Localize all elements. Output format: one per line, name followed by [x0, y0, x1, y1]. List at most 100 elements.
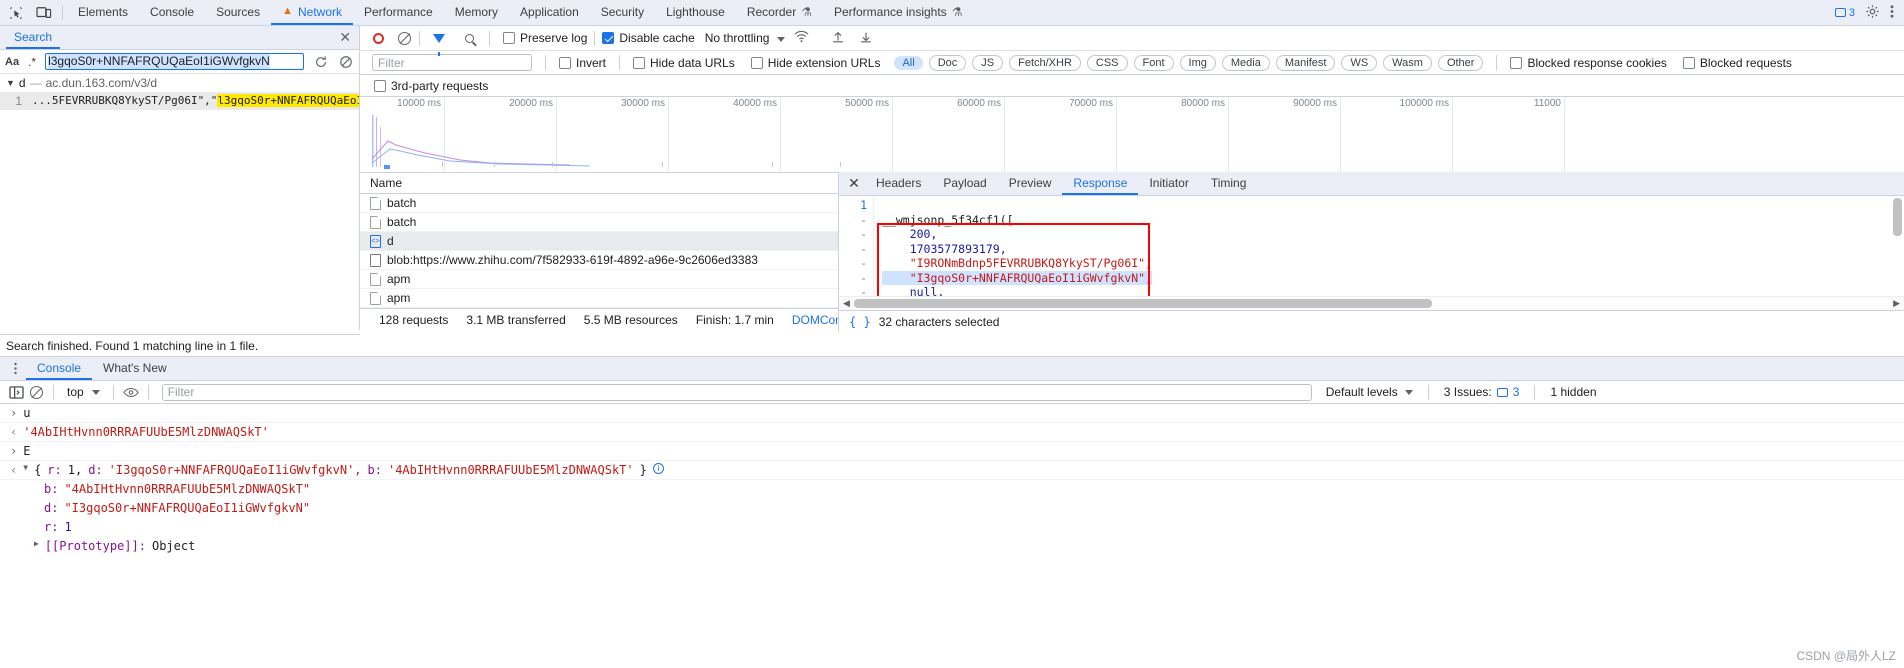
third-party-requests-checkbox[interactable]: 3rd-party requests — [374, 79, 488, 93]
response-vertical-scrollbar[interactable] — [1893, 198, 1902, 294]
response-status-bar: { } 32 characters selected — [839, 310, 1904, 332]
tab-initiator[interactable]: Initiator — [1138, 172, 1199, 195]
type-filter-wasm[interactable]: Wasm — [1383, 54, 1432, 71]
tab-performance[interactable]: Performance — [353, 0, 444, 25]
search-icon[interactable] — [461, 30, 477, 46]
tab-lighthouse[interactable]: Lighthouse — [655, 0, 736, 25]
hide-data-urls-checkbox[interactable]: Hide data URLs — [633, 56, 735, 70]
execution-context-dropdown[interactable]: top — [61, 385, 106, 399]
type-filter-manifest[interactable]: Manifest — [1275, 54, 1336, 71]
prop-value: "I3gqoS0r+NNFAFRQUQaEoI1iGWvfgkvN" — [64, 501, 311, 515]
network-overview-timeline[interactable]: 10000 ms 20000 ms 30000 ms 40000 ms 5000… — [360, 97, 1904, 173]
search-result-line[interactable]: 1 ...5FEVRRUBKQ8YkyST/Pg06I","l3gqoS0r+N… — [0, 92, 359, 110]
tab-timing[interactable]: Timing — [1200, 172, 1258, 195]
search-input[interactable]: l3gqoS0r+NNFAFRQUQaEoI1iGWvfgkvN — [45, 53, 304, 70]
type-filter-doc[interactable]: Doc — [928, 54, 967, 71]
kebab-menu-icon[interactable] — [4, 357, 26, 380]
checkbox-label: Blocked response cookies — [1527, 55, 1667, 70]
console-input-row[interactable]: › u — [0, 404, 1904, 423]
match-case-button[interactable]: Aa — [5, 56, 19, 68]
tab-elements[interactable]: Elements — [67, 0, 139, 25]
tab-console[interactable]: Console — [139, 0, 205, 25]
eye-icon[interactable] — [121, 383, 141, 401]
download-arrow-icon[interactable] — [859, 30, 873, 47]
curly-braces-icon[interactable]: { } — [849, 315, 871, 329]
type-filter-img[interactable]: Img — [1179, 54, 1216, 71]
network-filter-input[interactable]: Filter — [372, 54, 532, 71]
disable-cache-checkbox[interactable]: Disable cache — [602, 31, 695, 45]
tab-payload[interactable]: Payload — [932, 172, 997, 195]
inspect-element-icon[interactable] — [2, 0, 30, 25]
tab-network[interactable]: ▲ Network — [271, 0, 353, 25]
type-filter-all[interactable]: All — [894, 55, 923, 70]
tab-memory[interactable]: Memory — [444, 0, 509, 25]
close-icon[interactable]: ✕ — [843, 172, 865, 195]
response-body[interactable]: 1 - - - - - - - __wmjsonp_5f34cf1([ 200,… — [839, 196, 1904, 296]
filter-placeholder: Filter — [167, 385, 195, 399]
device-toolbar-icon[interactable] — [30, 0, 58, 25]
tab-sources[interactable]: Sources — [205, 0, 271, 25]
log-levels-dropdown[interactable]: Default levels — [1318, 385, 1421, 399]
code-line: __wmjsonp_5f34cf1([ — [882, 212, 1014, 227]
close-icon[interactable]: ✕ — [339, 29, 351, 46]
sidebar-toggle-icon[interactable] — [6, 383, 26, 401]
console-input-row[interactable]: › E — [0, 442, 1904, 461]
type-filter-css[interactable]: CSS — [1086, 54, 1128, 71]
kebab-menu-icon[interactable] — [1890, 4, 1894, 22]
type-filter-other[interactable]: Other — [1437, 54, 1484, 71]
clear-console-icon[interactable] — [26, 383, 46, 401]
refresh-icon[interactable] — [313, 54, 329, 70]
line-number: - — [860, 227, 867, 241]
expand-triangle-icon[interactable]: ▼ — [23, 463, 28, 472]
toolbar-divider — [53, 384, 54, 400]
expand-triangle-icon[interactable]: ▶ — [34, 539, 39, 548]
console-filter-input[interactable]: Filter — [161, 383, 1312, 401]
issues-badge[interactable]: 3 — [1834, 7, 1855, 19]
expand-triangle-icon[interactable]: ▼ — [6, 78, 15, 88]
upload-arrow-icon[interactable] — [831, 30, 845, 47]
search-tab[interactable]: Search — [6, 26, 61, 49]
type-filter-fetch-xhr[interactable]: Fetch/XHR — [1009, 54, 1081, 71]
clear-network-icon[interactable] — [396, 30, 412, 46]
clear-icon[interactable] — [338, 54, 354, 70]
invert-checkbox[interactable]: Invert — [559, 56, 606, 70]
type-filter-font[interactable]: Font — [1133, 54, 1174, 71]
console-issues-link[interactable]: 3 Issues: 3 — [1436, 385, 1528, 399]
type-filter-media[interactable]: Media — [1221, 54, 1270, 71]
funnel-icon[interactable] — [431, 30, 447, 56]
tab-security[interactable]: Security — [590, 0, 655, 25]
blocked-requests-checkbox[interactable]: Blocked requests — [1682, 56, 1792, 70]
hidden-messages-count[interactable]: 1 hidden — [1542, 385, 1604, 399]
tab-performance-insights[interactable]: Performance insights ⚗ — [823, 0, 973, 25]
devtools-window: Elements Console Sources ▲ Network Perfo… — [0, 0, 1904, 668]
search-result-file[interactable]: ▼ d — ac.dun.163.com/v3/d — [0, 74, 359, 92]
drawer-tab-whats-new[interactable]: What's New — [92, 357, 178, 380]
response-horizontal-scrollbar[interactable]: ◀ ▶ — [839, 296, 1904, 310]
console-object-row[interactable]: ‹ ▼ { r: 1, d: 'I3gqoS0r+NNFAFRQUQaEoI1i… — [0, 461, 1904, 480]
drawer-tab-console[interactable]: Console — [26, 357, 93, 380]
tab-preview[interactable]: Preview — [998, 172, 1063, 195]
preserve-log-checkbox[interactable]: Preserve log — [503, 31, 587, 45]
blocked-response-cookies-checkbox[interactable]: Blocked response cookies — [1510, 55, 1667, 70]
checkbox-label: Hide extension URLs — [767, 55, 881, 70]
tab-headers[interactable]: Headers — [865, 172, 932, 195]
code-line: null, — [882, 285, 945, 296]
info-icon[interactable]: i — [652, 463, 664, 474]
record-stop-icon[interactable] — [370, 30, 386, 46]
tab-recorder[interactable]: Recorder ⚗ — [736, 0, 823, 25]
type-filter-js[interactable]: JS — [972, 54, 1004, 71]
regex-button[interactable]: .* — [28, 55, 36, 69]
throttling-dropdown[interactable]: No throttling — [705, 31, 785, 45]
toolbar-divider — [419, 30, 420, 46]
scroll-right-icon[interactable]: ▶ — [1893, 298, 1900, 309]
checkbox-label: 3rd-party requests — [391, 78, 489, 93]
gear-icon[interactable] — [1865, 4, 1880, 22]
tab-application[interactable]: Application — [509, 0, 590, 25]
type-filter-ws[interactable]: WS — [1341, 54, 1378, 71]
tab-response[interactable]: Response — [1062, 172, 1139, 195]
scroll-left-icon[interactable]: ◀ — [843, 298, 850, 309]
wifi-icon[interactable] — [794, 30, 809, 46]
main-tabbar: Elements Console Sources ▲ Network Perfo… — [0, 0, 1904, 26]
console-prototype-row[interactable]: ▶ [[Prototype]]: Object — [0, 537, 1904, 556]
hide-extension-urls-checkbox[interactable]: Hide extension URLs — [750, 55, 881, 70]
